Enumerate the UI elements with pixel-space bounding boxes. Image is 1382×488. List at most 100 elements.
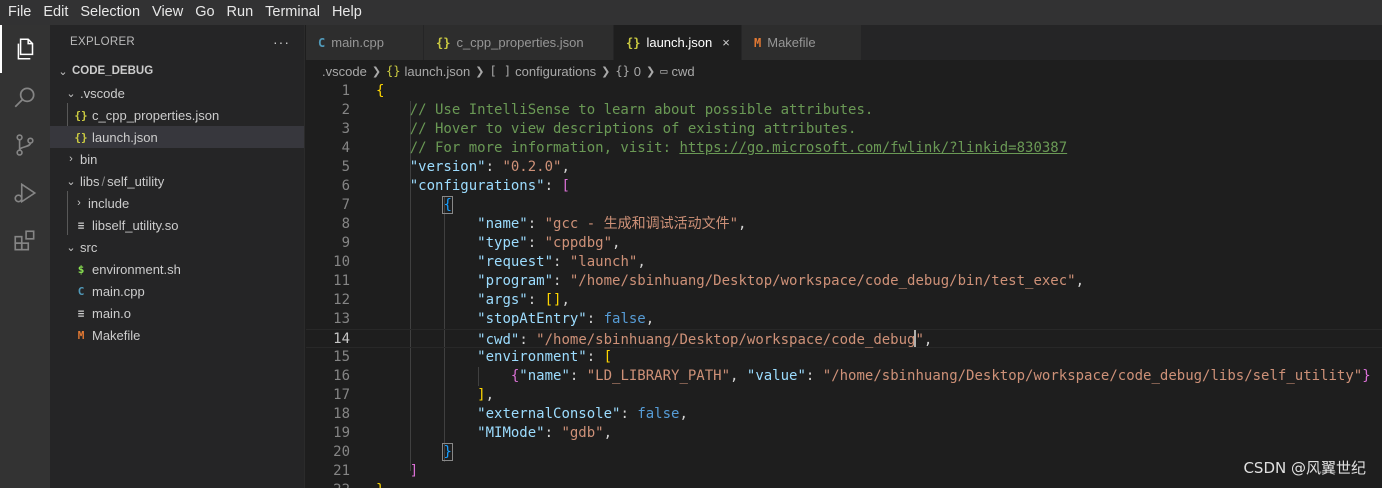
menu-view[interactable]: View: [146, 0, 189, 25]
tree-item-libself-utility-so[interactable]: ≡ libself_utility.so: [50, 214, 304, 236]
brace: }: [1362, 368, 1371, 384]
code-line: 19 "MIMode": "gdb",: [333, 425, 613, 441]
menu-run[interactable]: Run: [221, 0, 260, 25]
tab-makefile[interactable]: M Makefile: [742, 25, 862, 60]
tree-item-libs-self-utility[interactable]: ⌄ libs / self_utility: [50, 170, 304, 192]
code-line: 5 "version": "0.2.0",: [341, 159, 570, 175]
object-icon: {}: [615, 64, 630, 78]
bracket: [: [603, 349, 613, 365]
comment-link[interactable]: https://go.microsoft.com/fwlink/?linkid=…: [679, 140, 1067, 156]
brace: }: [376, 482, 384, 488]
array-icon: [ ]: [489, 64, 512, 78]
string-icon: ▭: [660, 64, 668, 78]
bracket: [: [561, 178, 570, 194]
menu-help[interactable]: Help: [326, 0, 368, 25]
tree-item-c-cpp-properties[interactable]: {} c_cpp_properties.json: [50, 104, 304, 126]
tree-item-main-o[interactable]: ≡ main.o: [50, 302, 304, 324]
json-file-icon: {}: [74, 130, 88, 144]
tree-item-main-cpp[interactable]: C main.cpp: [50, 280, 304, 302]
explorer-sidebar: EXPLORER ··· ⌄ CODE_DEBUG ⌄ .vscode {} c…: [50, 25, 305, 488]
menu-selection[interactable]: Selection: [74, 0, 146, 25]
code-line: 15 "environment": [: [333, 349, 613, 365]
code-line: 16 {"name": "LD_LIBRARY_PATH", "value": …: [333, 368, 1371, 384]
chevron-right-icon: ›: [77, 197, 81, 209]
tab-c-cpp-properties[interactable]: {} c_cpp_properties.json: [424, 25, 614, 60]
current-line: 14 "cwd": "/home/sbinhuang/Desktop/works…: [306, 329, 1382, 348]
code-editor[interactable]: 1 { 2 // Use IntelliSense to learn about…: [306, 82, 1382, 488]
json-file-icon: {}: [626, 35, 641, 50]
code-line: 8 "name": "gcc - 生成和调试活动文件",: [341, 216, 747, 232]
tree-item-environment-sh[interactable]: $ environment.sh: [50, 258, 304, 280]
chevron-down-icon: ⌄: [66, 87, 76, 100]
json-file-icon: {}: [386, 64, 401, 78]
path-separator: /: [101, 173, 106, 189]
code-line: 1 {: [341, 83, 385, 99]
binary-file-icon: ≡: [77, 306, 85, 320]
code-line: 11 "program": "/home/sbinhuang/Desktop/w…: [333, 273, 1085, 289]
breadcrumb: .vscode ❯ {} launch.json ❯ [ ] configura…: [306, 60, 1382, 82]
tree-item-vscode[interactable]: ⌄ .vscode: [50, 82, 304, 104]
makefile-icon: M: [77, 328, 85, 342]
code-line: 18 "externalConsole": false,: [333, 406, 688, 422]
menu-file[interactable]: File: [2, 0, 37, 25]
chevron-right-icon: ❯: [646, 65, 656, 78]
cpp-file-icon: C: [318, 35, 326, 50]
comment: // Use IntelliSense to learn about possi…: [409, 102, 874, 118]
breadcrumb-cwd[interactable]: cwd: [671, 64, 694, 79]
tree-item-code-debug[interactable]: ⌄ CODE_DEBUG: [50, 60, 304, 82]
code-line: 7 {: [341, 196, 453, 214]
menu-edit[interactable]: Edit: [37, 0, 74, 25]
watermark: CSDN @风翼世纪: [1243, 459, 1366, 477]
comment: // For more information, visit:: [409, 140, 680, 156]
breadcrumb-launch-json[interactable]: launch.json: [404, 64, 470, 79]
extensions-icon[interactable]: [0, 217, 50, 265]
tree-item-bin[interactable]: › bin: [50, 148, 304, 170]
tree-item-src[interactable]: ⌄ src: [50, 236, 304, 258]
chevron-right-icon: ❯: [371, 65, 382, 78]
activity-bar: [0, 25, 50, 488]
tree-item-makefile[interactable]: M Makefile: [50, 324, 304, 346]
code-line: 6 "configurations": [: [341, 178, 570, 194]
code-line: 17 ],: [333, 387, 495, 403]
makefile-icon: M: [754, 35, 762, 50]
json-file-icon: {}: [436, 35, 451, 50]
code-line: 2 // Use IntelliSense to learn about pos…: [341, 102, 874, 118]
code-line: 12 "args": [],: [333, 292, 570, 308]
menu-go[interactable]: Go: [189, 0, 220, 25]
more-actions-icon[interactable]: ···: [273, 34, 290, 50]
code-line: 4 // For more information, visit: https:…: [341, 140, 1068, 156]
run-debug-icon[interactable]: [0, 169, 50, 217]
brace-match: {: [442, 196, 453, 214]
chevron-down-icon: ⌄: [58, 65, 68, 78]
editor-tab-bar: C main.cpp {} c_cpp_properties.json {} l…: [306, 25, 1382, 60]
breadcrumb-vscode[interactable]: .vscode: [322, 64, 367, 79]
close-icon[interactable]: ×: [722, 35, 730, 50]
tab-launch-json[interactable]: {} launch.json ×: [614, 25, 742, 60]
code-line: 21 ]: [333, 463, 419, 479]
sidebar-title: EXPLORER: [70, 36, 136, 48]
bracket: ]: [477, 387, 486, 403]
chevron-down-icon: ⌄: [66, 241, 76, 254]
breadcrumb-index[interactable]: 0: [634, 64, 641, 79]
binary-file-icon: ≡: [77, 218, 85, 232]
tree-item-launch-json[interactable]: {} launch.json: [50, 126, 304, 148]
breadcrumb-configurations[interactable]: configurations: [515, 64, 596, 79]
code-line: 22 }: [306, 481, 1382, 488]
brace: {: [376, 83, 385, 99]
search-icon[interactable]: [0, 73, 50, 121]
shell-file-icon: $: [77, 262, 85, 276]
code-line: 13 "stopAtEntry": false,: [333, 311, 655, 327]
tree-item-include[interactable]: › include: [50, 192, 304, 214]
menu-terminal[interactable]: Terminal: [259, 0, 326, 25]
explorer-icon[interactable]: [0, 25, 50, 73]
source-control-icon[interactable]: [0, 121, 50, 169]
comment: // Hover to view descriptions of existin…: [409, 121, 857, 137]
chevron-right-icon: ❯: [475, 65, 485, 78]
chevron-right-icon: ❯: [601, 65, 611, 78]
chevron-down-icon: ⌄: [66, 175, 76, 188]
menu-bar: File Edit Selection View Go Run Terminal…: [0, 0, 1382, 25]
code-line: 20 }: [333, 443, 453, 461]
tab-main-cpp[interactable]: C main.cpp: [306, 25, 424, 60]
json-file-icon: {}: [74, 108, 88, 122]
code-line: 9 "type": "cppdbg",: [341, 235, 621, 251]
